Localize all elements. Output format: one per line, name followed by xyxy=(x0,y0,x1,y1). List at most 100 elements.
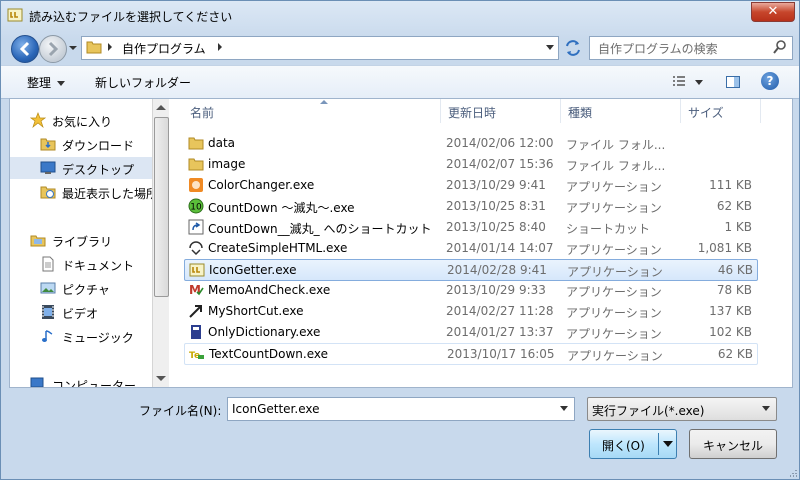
breadcrumb-chevron-icon[interactable] xyxy=(216,42,224,52)
column-header-label: 名前 xyxy=(190,106,215,120)
file-size: 46 KB xyxy=(717,263,753,277)
open-button[interactable]: 開く(O) xyxy=(589,429,677,459)
scroll-down-icon[interactable] xyxy=(156,376,166,381)
chevron-down-icon xyxy=(762,406,770,411)
nav-pictures[interactable]: ピクチャ xyxy=(10,277,152,299)
split-divider xyxy=(658,433,659,455)
scroll-up-icon[interactable] xyxy=(156,105,166,110)
nav-label: デスクトップ xyxy=(62,163,135,177)
title-bar: 読み込むファイルを選択してください ✕ xyxy=(1,1,799,31)
dictionary-app-icon xyxy=(191,325,201,339)
star-icon xyxy=(30,112,46,128)
file-type: ファイル フォル... xyxy=(566,159,666,173)
navigation-scrollbar[interactable] xyxy=(152,99,169,387)
cancel-label: キャンセル xyxy=(702,439,763,453)
organize-menu[interactable]: 整理 xyxy=(27,74,66,91)
file-size: 137 KB xyxy=(709,304,752,318)
navigation-pane: お気に入り ダウンロード デスクトップ 最近表示した場所 ライブラリ ドキュメン… xyxy=(10,99,152,387)
view-details-icon[interactable] xyxy=(671,74,687,90)
shortcut-icon xyxy=(188,219,204,235)
file-row[interactable]: Te TextCountDown.exe 2013/10/17 16:05 アプ… xyxy=(184,343,758,365)
nav-videos[interactable]: ビデオ xyxy=(10,301,152,323)
view-dropdown-icon[interactable] xyxy=(695,80,703,85)
icon-getter-app-icon xyxy=(189,263,205,277)
file-name: TextCountDown.exe xyxy=(209,347,329,361)
file-size: 1,081 KB xyxy=(697,241,752,255)
nav-downloads[interactable]: ダウンロード xyxy=(10,133,152,155)
filename-input[interactable]: IconGetter.exe xyxy=(227,397,575,421)
file-date: 2013/10/25 8:31 xyxy=(446,199,546,213)
file-type: アプリケーション xyxy=(567,349,663,363)
open-options-dropdown-icon[interactable] xyxy=(663,441,673,447)
text-countdown-app-icon: Te xyxy=(189,351,204,361)
file-type: アプリケーション xyxy=(566,327,662,341)
back-button[interactable] xyxy=(11,35,39,63)
resize-grip-icon[interactable] xyxy=(787,467,797,477)
file-type: アプリケーション xyxy=(566,180,662,194)
content-area: お気に入り ダウンロード デスクトップ 最近表示した場所 ライブラリ ドキュメン… xyxy=(9,98,793,388)
file-row[interactable]: MyShortCut.exe 2014/02/27 11:28 アプリケーション… xyxy=(184,301,756,321)
file-date: 2013/10/17 16:05 xyxy=(447,347,555,361)
close-button[interactable]: ✕ xyxy=(751,2,795,22)
music-icon xyxy=(42,330,53,342)
address-dropdown-icon[interactable] xyxy=(546,43,554,51)
file-row[interactable]: M MemoAndCheck.exe 2013/10/29 9:33 アプリケー… xyxy=(184,280,756,300)
column-header-label: 更新日時 xyxy=(448,106,497,120)
breadcrumb-chevron-icon[interactable] xyxy=(106,42,114,52)
nav-computer[interactable]: コンピューター xyxy=(10,373,152,387)
file-row[interactable]: CountDown__滅丸_ へのショートカット 2013/10/25 8:40… xyxy=(184,217,756,237)
file-row[interactable]: data 2014/02/06 12:00 ファイル フォル... xyxy=(184,133,756,153)
chevron-down-icon[interactable] xyxy=(560,406,568,411)
file-date: 2014/01/14 14:07 xyxy=(446,241,554,255)
nav-label: コンピューター xyxy=(52,379,137,387)
close-icon: ✕ xyxy=(767,4,779,19)
pictures-icon xyxy=(40,282,56,294)
file-name: MyShortCut.exe xyxy=(208,304,304,318)
filetype-value: 実行ファイル(*.exe) xyxy=(592,404,705,418)
search-box[interactable]: 自作プログラムの検索 xyxy=(589,36,793,60)
nav-music[interactable]: ミュージック xyxy=(10,325,152,347)
search-icon[interactable] xyxy=(772,39,788,55)
nav-favorites[interactable]: お気に入り xyxy=(10,109,152,131)
column-header-date[interactable]: 更新日時 xyxy=(442,99,561,123)
column-header-type[interactable]: 種類 xyxy=(562,99,681,123)
recent-pages-dropdown-icon[interactable] xyxy=(67,42,79,54)
breadcrumb-current[interactable]: 自作プログラム xyxy=(122,40,206,57)
file-row[interactable]: OnlyDictionary.exe 2014/01/27 13:37 アプリケ… xyxy=(184,322,756,342)
file-date: 2013/10/29 9:33 xyxy=(446,283,546,297)
file-row[interactable]: 10 CountDown ～滅丸～.exe 2013/10/25 8:31 アプ… xyxy=(184,196,756,216)
file-date: 2013/10/25 8:40 xyxy=(446,220,546,234)
file-type: アプリケーション xyxy=(566,306,662,320)
file-row[interactable]: image 2014/02/07 15:36 ファイル フォル... xyxy=(184,154,756,174)
open-file-dialog: 読み込むファイルを選択してください ✕ 自作プログラム 自作プログラムの検索 整… xyxy=(0,0,800,480)
computer-icon xyxy=(30,377,44,387)
refresh-icon[interactable] xyxy=(561,36,585,60)
forward-button[interactable] xyxy=(39,35,67,63)
nav-documents[interactable]: ドキュメント xyxy=(10,253,152,275)
nav-recent-places[interactable]: 最近表示した場所 xyxy=(10,181,152,203)
file-row-selected[interactable]: IconGetter.exe 2014/02/28 9:41 アプリケーション … xyxy=(184,259,758,281)
help-icon[interactable]: ? xyxy=(761,72,779,90)
preview-pane-icon[interactable] xyxy=(725,74,741,90)
folder-icon xyxy=(188,158,204,171)
column-header-name[interactable]: 名前 xyxy=(184,99,441,123)
arrow-right-icon xyxy=(48,41,59,57)
address-bar[interactable]: 自作プログラム xyxy=(81,36,559,60)
nav-label: ビデオ xyxy=(62,307,99,321)
nav-libraries[interactable]: ライブラリ xyxy=(10,229,152,251)
file-date: 2013/10/29 9:41 xyxy=(446,178,546,192)
scroll-thumb[interactable] xyxy=(154,117,169,297)
file-row[interactable]: ColorChanger.exe 2013/10/29 9:41 アプリケーショ… xyxy=(184,175,756,195)
memo-app-icon: M xyxy=(189,283,204,297)
cancel-button[interactable]: キャンセル xyxy=(689,429,777,459)
file-size: 102 KB xyxy=(709,325,752,339)
nav-label: 最近表示した場所 xyxy=(62,187,152,201)
nav-desktop[interactable]: デスクトップ xyxy=(10,157,152,179)
column-header-size[interactable]: サイズ xyxy=(682,99,761,123)
filetype-select[interactable]: 実行ファイル(*.exe) xyxy=(587,397,777,421)
new-folder-button[interactable]: 新しいフォルダー xyxy=(95,74,191,91)
nav-label: ダウンロード xyxy=(62,139,135,153)
file-row[interactable]: CreateSimpleHTML.exe 2014/01/14 14:07 アプ… xyxy=(184,238,756,258)
window-title: 読み込むファイルを選択してください xyxy=(29,10,233,24)
file-list: 名前 更新日時 種類 サイズ data 2014/02/06 12:00 ファイ… xyxy=(170,99,792,387)
